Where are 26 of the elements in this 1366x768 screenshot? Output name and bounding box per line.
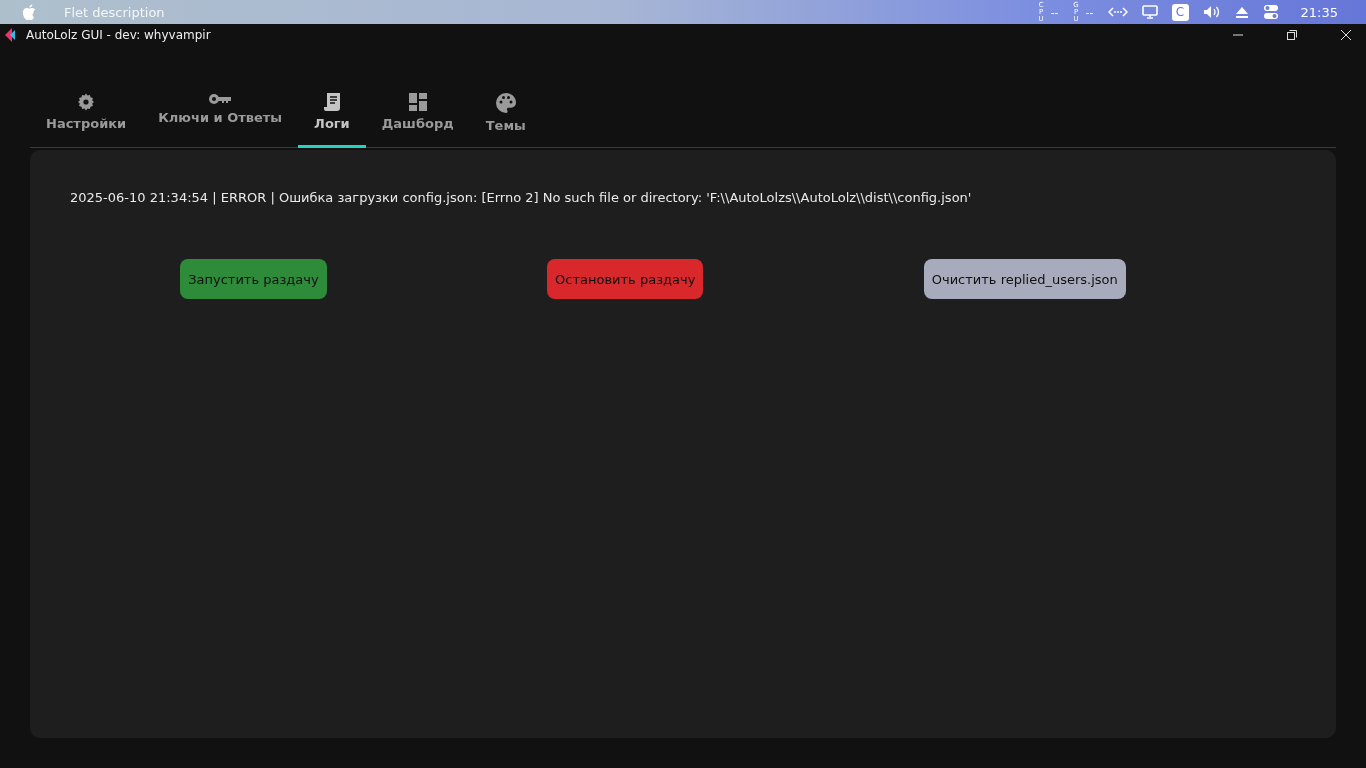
close-icon[interactable] <box>1340 29 1352 41</box>
eject-icon[interactable] <box>1234 5 1249 19</box>
document-icon <box>322 92 341 112</box>
tab[interactable]: Темы <box>469 90 542 148</box>
dashboard-icon <box>407 92 428 112</box>
speaker-icon[interactable] <box>1202 5 1221 19</box>
tab[interactable]: Дашборд <box>365 90 470 148</box>
key-icon <box>208 92 233 106</box>
app-badge[interactable]: C <box>1171 3 1189 21</box>
meter-value: -- <box>1050 5 1059 19</box>
action-button[interactable]: Очистить replied_users.json <box>923 259 1126 299</box>
action-button[interactable]: Запустить раздачу <box>180 259 327 299</box>
app-logo-icon <box>4 28 16 42</box>
monitor-icon[interactable] <box>1141 5 1158 19</box>
window-title: AutoLolz GUI - dev: whyvampir <box>26 28 211 42</box>
clock: 21:35 <box>1300 4 1338 20</box>
toggle-icon[interactable] <box>1262 4 1279 20</box>
tab[interactable]: Настройки <box>30 90 143 148</box>
code-icon[interactable] <box>1107 5 1128 19</box>
apple-icon[interactable] <box>22 4 36 20</box>
palette-icon <box>494 92 517 114</box>
tab[interactable]: Ключи и Ответы <box>142 90 299 148</box>
action-button[interactable]: Остановить раздачу <box>547 259 704 299</box>
meter-value: -- <box>1085 5 1094 19</box>
restore-icon[interactable] <box>1286 29 1298 41</box>
log-line: 2025-06-10 21:34:54 | ERROR | Ошибка загрузки config.json: [Errno 2] No such file or directory: 'F:\\AutoLolzs\\AutoLolz\\dist\\config.json' <box>70 190 973 205</box>
